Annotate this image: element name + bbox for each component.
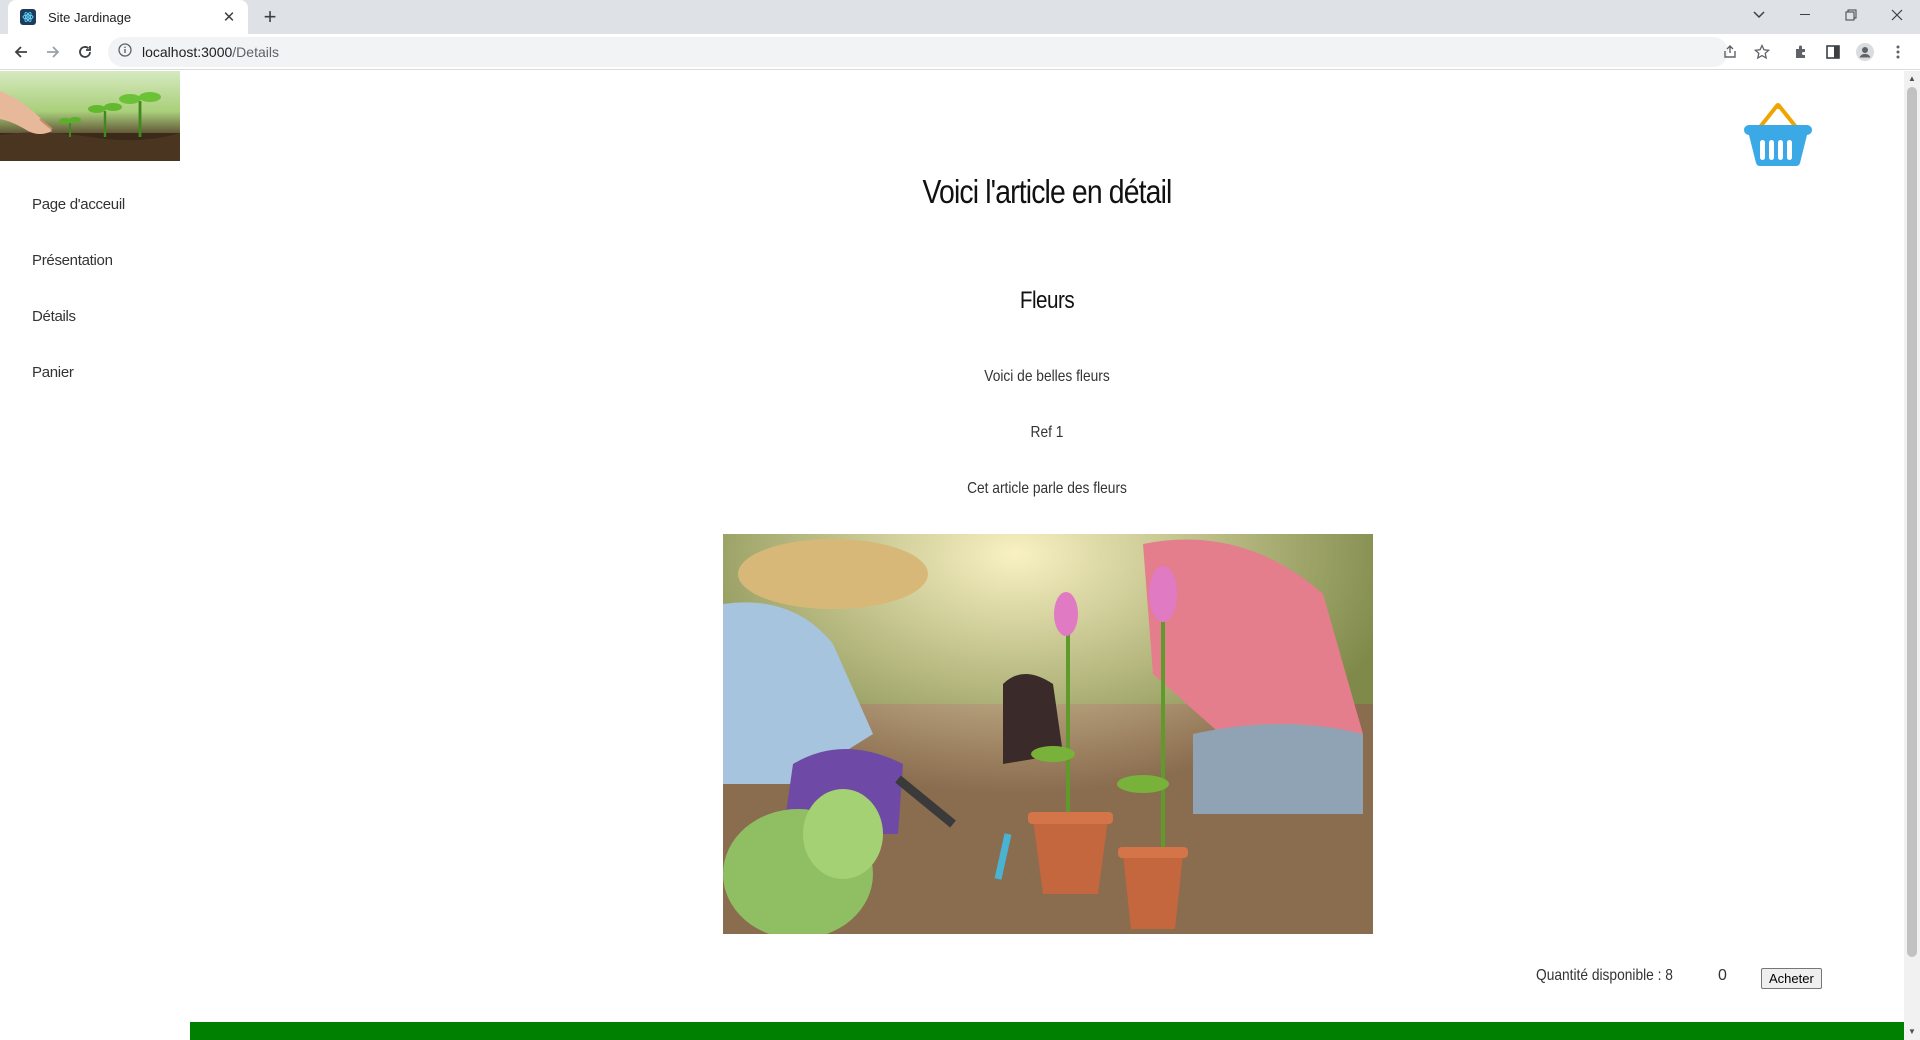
url-path: /Details bbox=[232, 44, 279, 60]
restore-icon[interactable] bbox=[1828, 0, 1874, 30]
profile-icon[interactable] bbox=[1853, 40, 1877, 64]
close-tab-icon[interactable]: ✕ bbox=[220, 8, 238, 26]
quantity-value: 0 bbox=[1718, 967, 1727, 984]
sidebar-item-panier[interactable]: Panier bbox=[32, 364, 125, 420]
available-quantity: Quantité disponible : 8 bbox=[1536, 967, 1673, 984]
reload-icon[interactable] bbox=[73, 40, 97, 64]
url-host: localhost:3000 bbox=[142, 44, 233, 60]
forward-icon[interactable] bbox=[41, 40, 65, 64]
url-text: localhost:3000/Details bbox=[142, 44, 279, 60]
scrollbar-thumb[interactable] bbox=[1907, 87, 1917, 957]
back-icon[interactable] bbox=[9, 40, 33, 64]
share-icon[interactable] bbox=[1718, 40, 1742, 64]
site-info-icon[interactable] bbox=[118, 42, 132, 62]
side-panel-icon[interactable] bbox=[1821, 40, 1845, 64]
site-logo[interactable] bbox=[0, 71, 180, 161]
article-reference: Ref 1 bbox=[1030, 424, 1064, 441]
sidebar-item-accueil[interactable]: Page d'acceuil bbox=[32, 196, 125, 252]
new-tab-icon[interactable]: + bbox=[258, 4, 282, 29]
page-viewport: Page d'acceuil Présentation Détails Pani… bbox=[0, 71, 1904, 1040]
article-description: Voici de belles fleurs bbox=[984, 368, 1110, 385]
footer-bar bbox=[190, 1022, 1904, 1040]
article-summary: Cet article parle des fleurs bbox=[967, 480, 1127, 497]
page-scrollbar[interactable]: ▲ ▼ bbox=[1904, 71, 1920, 1040]
tab-title: Site Jardinage bbox=[48, 9, 132, 25]
minimize-icon[interactable] bbox=[1782, 0, 1828, 30]
scroll-up-icon[interactable]: ▲ bbox=[1908, 75, 1916, 83]
menu-kebab-icon[interactable] bbox=[1886, 40, 1910, 64]
basket-icon[interactable] bbox=[1742, 101, 1814, 167]
extensions-icon[interactable] bbox=[1789, 40, 1813, 64]
bookmark-star-icon[interactable] bbox=[1750, 40, 1774, 64]
sidebar-item-details[interactable]: Détails bbox=[32, 308, 125, 364]
page-title: Voici l'article en détail bbox=[922, 173, 1173, 210]
tab-search-icon[interactable] bbox=[1736, 0, 1782, 30]
article-image bbox=[723, 534, 1373, 934]
browser-tab-bar: Site Jardinage ✕ + bbox=[0, 0, 1920, 34]
article-name: Fleurs bbox=[1019, 287, 1075, 314]
react-favicon-icon bbox=[20, 9, 36, 25]
close-window-icon[interactable] bbox=[1874, 0, 1920, 30]
sidebar-item-presentation[interactable]: Présentation bbox=[32, 252, 125, 308]
sidebar-nav: Page d'acceuil Présentation Détails Pani… bbox=[32, 196, 125, 420]
address-bar[interactable]: localhost:3000/Details bbox=[108, 37, 1728, 67]
browser-tab[interactable]: Site Jardinage ✕ bbox=[8, 0, 248, 34]
buy-button[interactable]: Acheter bbox=[1761, 968, 1822, 989]
browser-toolbar: localhost:3000/Details bbox=[0, 34, 1920, 70]
scroll-down-icon[interactable]: ▼ bbox=[1908, 1028, 1916, 1036]
